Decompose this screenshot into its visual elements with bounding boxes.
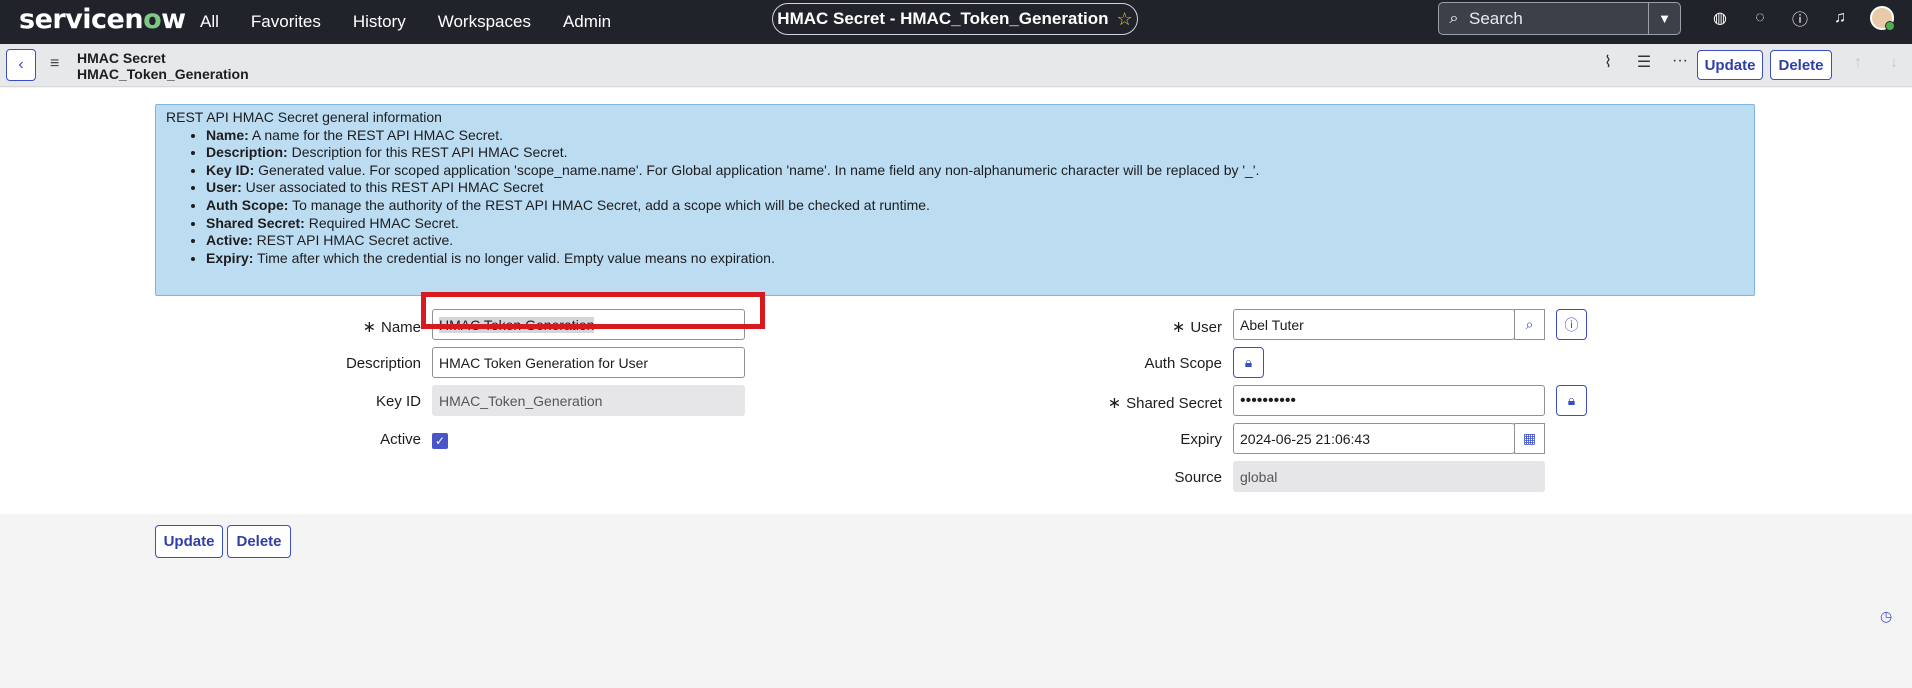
active-label: Active [380,431,421,448]
search-icon: ⌕ [1449,9,1459,27]
required-icon: ∗ [362,319,376,336]
top-icons: ◍ ◌ ⓘ ♫ [1700,0,1860,36]
arrow-down-icon[interactable]: ↓ [1876,54,1912,72]
info-item: Description: Description for this REST A… [206,144,1744,162]
star-icon[interactable]: ☆ [1117,9,1133,30]
info-item: Active: REST API HMAC Secret active. [206,232,1744,250]
nav-favorites[interactable]: Favorites [251,12,321,32]
shared-secret-lock-icon[interactable]: 🔒︎ [1556,385,1587,416]
user-info-icon[interactable]: ⓘ [1556,309,1587,340]
user-lookup-search-icon[interactable]: ⌕ [1514,309,1545,340]
expiry-label: Expiry [1180,431,1222,448]
user-input[interactable]: Abel Tuter [1233,309,1515,340]
servicenow-logo[interactable]: servicenow [19,4,186,35]
header-icons: ⌇ ☰ ··· [1590,52,1698,72]
auth-scope-lock-icon[interactable]: 🔒︎ [1233,347,1264,378]
more-options-icon[interactable]: ··· [1662,52,1698,72]
key-id-field: HMAC_Token_Generation [432,385,745,416]
bell-icon[interactable]: ♫ [1820,9,1860,27]
check-icon: ✓ [434,434,446,448]
info-item: Expiry: Time after which the credential … [206,250,1744,268]
nav-links: All Favorites History Workspaces Admin [200,0,643,44]
nav-admin[interactable]: Admin [563,12,611,32]
globe-icon[interactable]: ◍ [1700,8,1740,28]
shared-secret-input[interactable]: •••••••••• [1233,385,1545,416]
info-heading: REST API HMAC Secret general information [166,109,442,125]
chat-icon[interactable]: ◌ [1740,9,1780,27]
search-dropdown-icon[interactable]: ▼ [1648,3,1680,34]
record-title-pill[interactable]: HMAC Secret - HMAC_Token_Generation ☆ [772,3,1138,35]
help-icon[interactable]: ⓘ [1780,6,1820,30]
info-item: Shared Secret: Required HMAC Secret. [206,215,1744,233]
nav-all[interactable]: All [200,12,219,32]
footer-update-button[interactable]: Update [155,525,223,558]
source-label: Source [1174,469,1222,486]
top-nav: servicenow All Favorites History Workspa… [0,0,1912,44]
name-label: ∗ Name [362,319,421,336]
menu-icon[interactable]: ≡ [50,55,59,73]
header-record-name: HMAC_Token_Generation [77,66,249,82]
source-field: global [1233,461,1545,492]
info-item: User: User associated to this REST API H… [206,179,1744,197]
timer-icon[interactable]: ◷ [1880,608,1892,625]
header-delete-button[interactable]: Delete [1770,50,1832,80]
form-body: REST API HMAC Secret general information… [0,88,1912,514]
info-annotation: REST API HMAC Secret general information… [155,104,1755,296]
search-placeholder[interactable]: Search [1469,9,1648,29]
calendar-icon[interactable]: ▦ [1514,423,1545,454]
info-item: Key ID: Generated value. For scoped appl… [206,162,1744,180]
required-icon: ∗ [1107,395,1122,412]
form-header: ‹ ≡ HMAC Secret HMAC_Token_Generation ⌇ … [0,44,1912,87]
description-label: Description [345,355,421,372]
info-item: Auth Scope: To manage the authority of t… [206,197,1744,215]
user-avatar[interactable] [1870,6,1895,31]
arrow-up-icon[interactable]: ↑ [1840,54,1876,72]
required-icon: ∗ [1171,319,1186,336]
back-icon[interactable]: ‹ [6,49,36,81]
header-update-button[interactable]: Update [1697,50,1763,80]
expiry-input[interactable]: 2024-06-25 21:06:43 [1233,423,1515,454]
record-nav: ↑ ↓ [1840,54,1912,72]
auth-scope-label: Auth Scope [1144,355,1222,372]
info-list: Name: A name for the REST API HMAC Secre… [206,127,1744,268]
shared-secret-label: ∗ Shared Secret [1107,395,1222,412]
global-search[interactable]: ⌕ Search ▼ [1438,2,1681,35]
highlight-box [421,292,765,329]
nav-history[interactable]: History [353,12,406,32]
footer-delete-button[interactable]: Delete [227,525,291,558]
attachment-icon[interactable]: ⌇ [1590,52,1626,72]
header-table-name: HMAC Secret [77,50,166,66]
description-input[interactable]: HMAC Token Generation for User [432,347,745,378]
nav-workspaces[interactable]: Workspaces [438,12,531,32]
record-title: HMAC Secret - HMAC_Token_Generation [777,9,1109,28]
active-checkbox[interactable]: ✓ [432,433,448,449]
info-item: Name: A name for the REST API HMAC Secre… [206,127,1744,145]
user-label: ∗ User [1171,319,1222,336]
settings-sliders-icon[interactable]: ☰ [1626,52,1662,72]
key-id-label: Key ID [375,393,421,410]
